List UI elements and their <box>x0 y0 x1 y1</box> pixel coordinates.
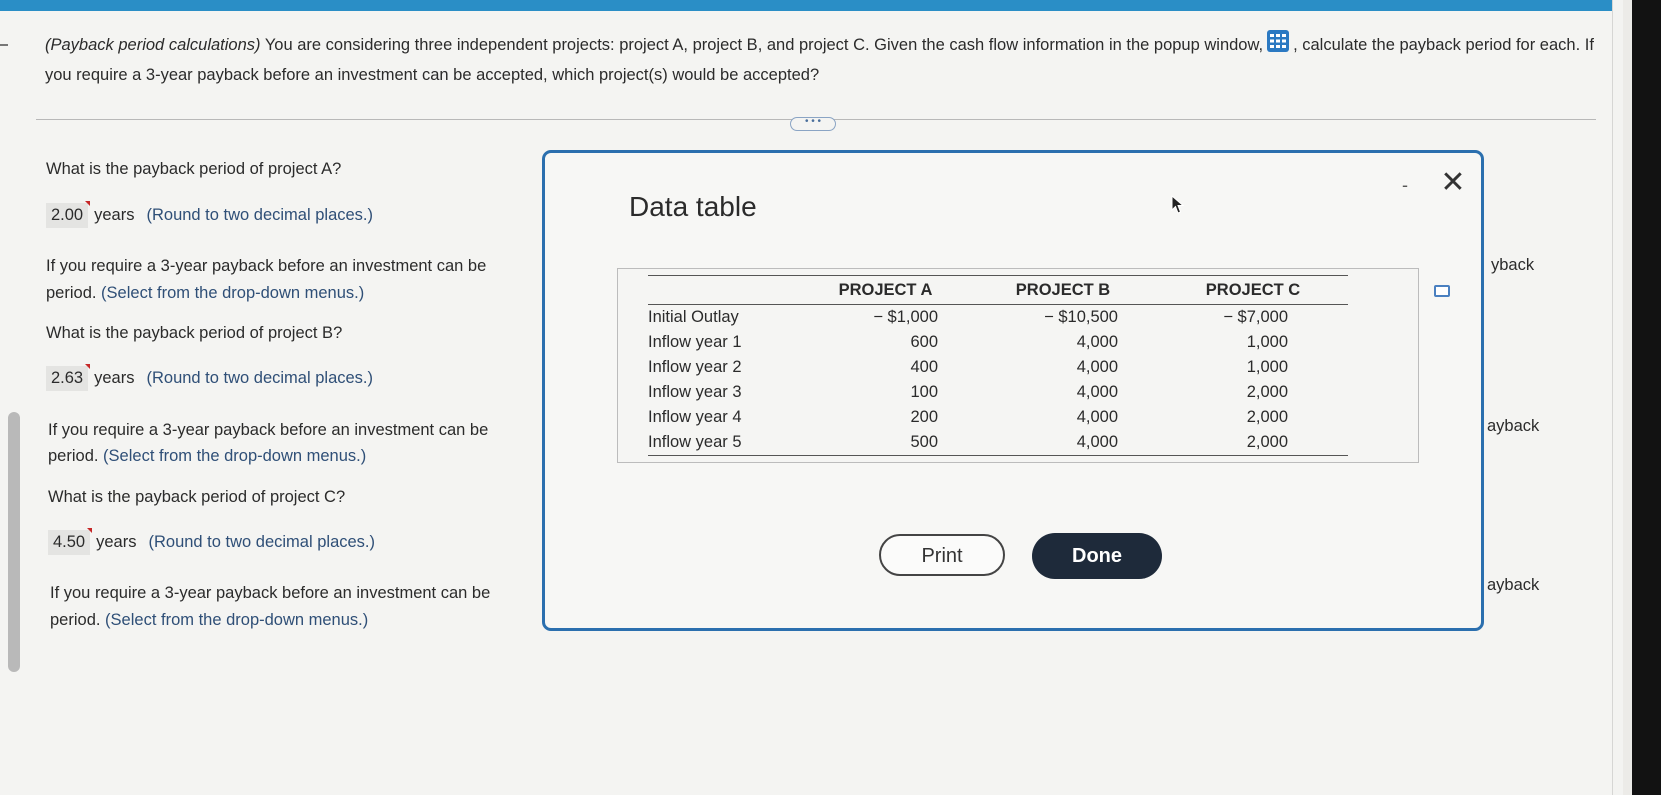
answer-row-c: 4.50 years (Round to two decimal places.… <box>48 527 376 556</box>
right-edge <box>1612 0 1623 795</box>
close-button[interactable]: ✕ <box>1437 165 1469 201</box>
row-label: Inflow year 5 <box>648 430 803 456</box>
answer-row-a: 2.00 years (Round to two decimal places.… <box>46 200 374 229</box>
cell-project-c: 2,000 <box>1158 430 1348 456</box>
cell-project-a: 500 <box>803 430 968 456</box>
cash-flow-table: PROJECT A PROJECT B PROJECT C Initial Ou… <box>648 275 1348 456</box>
table-row: Inflow year 2 400 4,000 1,000 <box>648 355 1348 380</box>
cell-project-c: 2,000 <box>1246 383 1288 401</box>
cell-project-c: − $7,000 <box>1223 308 1288 326</box>
scrollbar[interactable] <box>8 412 20 672</box>
question-project-c: What is the payback period of project C? <box>48 488 346 506</box>
modal-title: Data table <box>629 191 757 222</box>
unit-label: years <box>94 205 135 224</box>
cell-project-a: 600 <box>910 333 938 351</box>
answer-row-b: 2.63 years (Round to two decimal places.… <box>46 363 374 392</box>
data-table-modal: Data table - ✕ PROJECT A PROJECT B PROJE… <box>542 150 1484 631</box>
question-text: (Payback period calculations) You are co… <box>45 30 1605 89</box>
cell-project-c: 2,000 <box>1246 408 1288 426</box>
followup-a-fragment: yback <box>1491 256 1535 274</box>
cell-project-a: 400 <box>910 358 938 376</box>
cell-project-a: 100 <box>910 383 938 401</box>
table-row: Inflow year 3 100 4,000 2,000 <box>648 380 1348 405</box>
followup-a-line1: If you require a 3-year payback before a… <box>46 257 487 275</box>
mouse-cursor-icon <box>1171 194 1185 220</box>
question-project-b: What is the payback period of project B? <box>46 324 343 342</box>
row-label: Inflow year 2 <box>648 358 742 376</box>
minimize-button[interactable]: - <box>1395 175 1415 199</box>
cell-project-b: 4,000 <box>1076 408 1118 426</box>
unit-label: years <box>94 368 135 387</box>
table-row: Inflow year 1 600 4,000 1,000 <box>648 330 1348 355</box>
question-title: (Payback period calculations) <box>45 35 261 54</box>
row-label: Inflow year 4 <box>648 408 742 426</box>
header-project-a: PROJECT A <box>803 275 968 305</box>
print-button[interactable]: Print <box>879 534 1005 576</box>
data-table-icon[interactable] <box>1267 30 1290 61</box>
unit-label: years <box>96 532 137 551</box>
cell-project-a: − $1,000 <box>873 308 938 326</box>
followup-c-line1: If you require a 3-year payback before a… <box>50 584 491 602</box>
expand-button[interactable]: • • • <box>790 117 836 131</box>
rounding-hint: (Round to two decimal places.) <box>146 368 374 387</box>
table-row: Inflow year 5 500 4,000 2,000 <box>648 430 1348 456</box>
answer-input-b[interactable]: 2.63 <box>46 363 91 391</box>
row-label: Initial Outlay <box>648 308 739 326</box>
answer-input-c[interactable]: 4.50 <box>48 527 93 555</box>
row-label: Inflow year 3 <box>648 383 742 401</box>
answer-input-a[interactable]: 2.00 <box>46 200 91 228</box>
question-project-a: What is the payback period of project A? <box>46 160 342 178</box>
left-marker <box>0 44 8 46</box>
table-header-row: PROJECT A PROJECT B PROJECT C <box>648 275 1348 305</box>
followup-b-line2: period. (Select from the drop-down menus… <box>48 447 367 465</box>
header-blank <box>648 275 803 305</box>
cash-flow-table-container: PROJECT A PROJECT B PROJECT C Initial Ou… <box>617 268 1450 463</box>
followup-b-line1: If you require a 3-year payback before a… <box>48 421 489 439</box>
cell-project-b: 4,000 <box>1076 358 1118 376</box>
header-project-c: PROJECT C <box>1158 275 1348 305</box>
followup-c-line2: period. (Select from the drop-down menus… <box>50 611 369 629</box>
header-project-b: PROJECT B <box>968 275 1158 305</box>
screen-bezel <box>1632 0 1661 795</box>
cell-project-b: 4,000 <box>968 430 1158 456</box>
cell-project-c: 1,000 <box>1246 333 1288 351</box>
followup-c-fragment: ayback <box>1487 576 1540 594</box>
cell-project-a: 200 <box>910 408 938 426</box>
cell-project-b: 4,000 <box>1076 333 1118 351</box>
table-row: Inflow year 4 200 4,000 2,000 <box>648 405 1348 430</box>
table-row: Initial Outlay − $1,000 − $10,500 − $7,0… <box>648 305 1348 331</box>
rounding-hint: (Round to two decimal places.) <box>146 205 374 224</box>
cell-project-c: 1,000 <box>1246 358 1288 376</box>
question-body-1: You are considering three independent pr… <box>260 35 1264 54</box>
cell-project-b: − $10,500 <box>1044 308 1118 326</box>
row-label: Inflow year 1 <box>648 333 742 351</box>
copy-icon[interactable] <box>1434 285 1450 297</box>
top-bar <box>0 0 1612 11</box>
done-button[interactable]: Done <box>1032 533 1162 579</box>
cell-project-b: 4,000 <box>1076 383 1118 401</box>
followup-b-fragment: ayback <box>1487 417 1540 435</box>
followup-a-line2: period. (Select from the drop-down menus… <box>46 284 365 302</box>
rounding-hint: (Round to two decimal places.) <box>148 532 376 551</box>
